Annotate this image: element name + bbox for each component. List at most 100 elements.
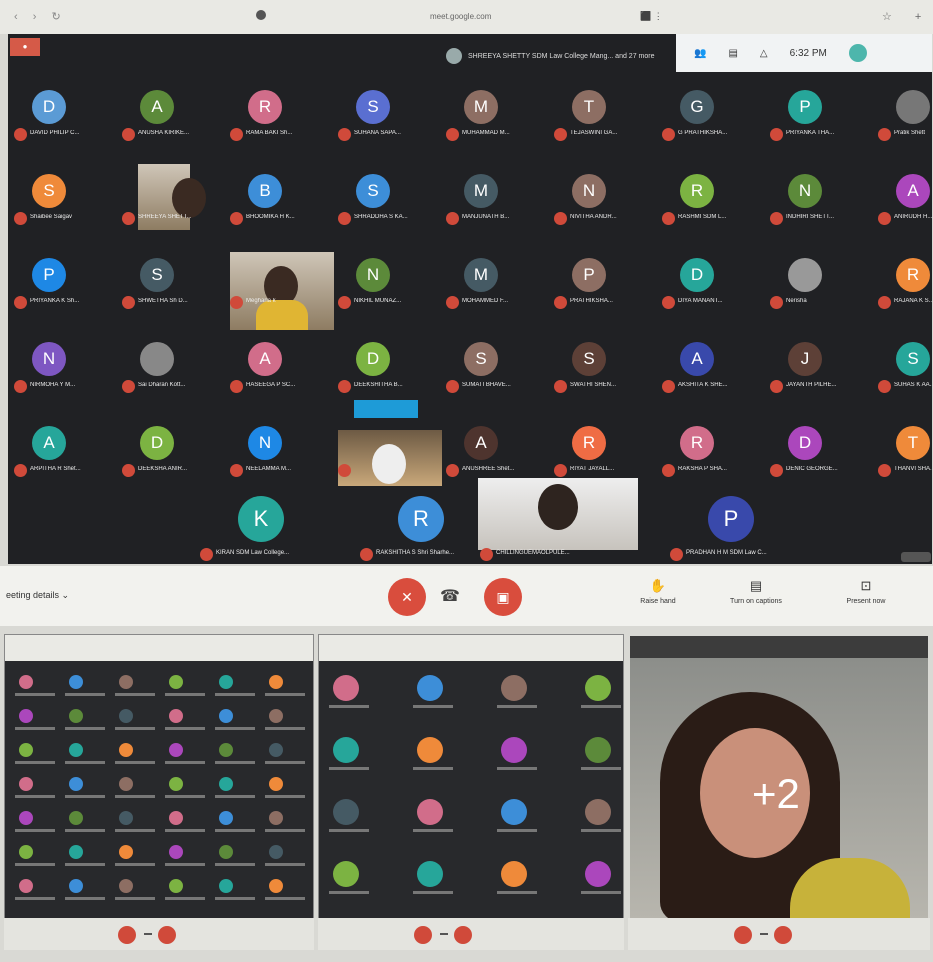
participant-tile[interactable]: S SHRADDHA S KA...: [336, 168, 444, 246]
participant-tile[interactable]: S SUMATI BHAVE...: [444, 336, 552, 414]
mini-participant-name: [265, 693, 305, 696]
mini-participant-avatar: [219, 845, 233, 859]
participant-tile[interactable]: Meghana k: [228, 252, 336, 330]
mini-participant-avatar: [69, 879, 83, 893]
participant-tile[interactable]: R RAMA BAKI Sh...: [228, 84, 336, 162]
participant-tile[interactable]: N NIKHIL MUNAZ...: [336, 252, 444, 330]
raise-hand-button[interactable]: ✋ Raise hand: [618, 578, 698, 605]
mic-muted-icon: [14, 380, 27, 393]
participant-tile[interactable]: R RAKSHA P SHA...: [660, 420, 768, 498]
participant-tile[interactable]: S SUHANA SAPA...: [336, 84, 444, 162]
mini-participant-name: [65, 795, 105, 798]
participant-name: NIVITHA ANDR...: [570, 214, 617, 220]
participant-tile[interactable]: P PRIYANKA THA...: [768, 84, 876, 162]
participant-name: DEEKSHITHA B...: [354, 382, 403, 388]
participant-tile[interactable]: T THANVI SHA...: [876, 420, 932, 498]
mic-muted-icon: [230, 296, 243, 309]
participant-tile[interactable]: A AKSHITA K SHE...: [660, 336, 768, 414]
participant-tile[interactable]: J JAYANTH PILHE...: [768, 336, 876, 414]
participant-tile[interactable]: D DENIC GEORGE...: [768, 420, 876, 498]
participant-tile[interactable]: Sai Dharan Kott...: [120, 336, 228, 414]
participant-avatar: N: [572, 174, 606, 208]
participant-avatar: N: [356, 258, 390, 292]
participant-tile-large[interactable]: K KIRAN SDM Law College...: [198, 496, 348, 564]
participant-tile-large[interactable]: CHILLINGUEMAOLPULE...: [478, 478, 638, 564]
mini-participant-avatar: [119, 777, 133, 791]
participant-tile[interactable]: G G PRATHIKSHA...: [660, 84, 768, 162]
participant-tile[interactable]: D DIYA MANANT...: [660, 252, 768, 330]
self-view-chip[interactable]: [901, 552, 931, 562]
overflow-count: +2: [752, 770, 800, 817]
participant-tile[interactable]: SHREEYA SHETT...: [120, 164, 228, 246]
participant-video: [338, 430, 442, 486]
mini-participant-avatar: [585, 861, 611, 887]
mini-participant-name: [497, 891, 537, 894]
participant-avatar: N: [788, 174, 822, 208]
participant-tile[interactable]: S Shaibee Saigav: [12, 168, 120, 246]
extension-icon[interactable]: ⬛ ⋮: [640, 11, 663, 22]
mic-muted-icon: [662, 296, 675, 309]
meeting-details-button[interactable]: eeting details ⌄: [6, 590, 69, 601]
mini-participant-name: [15, 897, 55, 900]
participant-tile[interactable]: D DEEKSHA ANIR...: [120, 420, 228, 498]
nav-buttons[interactable]: ‹ › ↻: [14, 10, 67, 23]
mic-muted-icon: [338, 380, 351, 393]
browser-menu-icon[interactable]: ☆ +: [882, 10, 931, 23]
participant-tile[interactable]: N NIRMOHA Y M...: [12, 336, 120, 414]
activities-icon[interactable]: △: [760, 48, 768, 59]
mini-participant-avatar: [69, 709, 83, 723]
participant-tile[interactable]: P PRIYANKA K Sh...: [12, 252, 120, 330]
participant-tile[interactable]: N NIVITHA ANDR...: [552, 168, 660, 246]
participant-avatar: [788, 258, 822, 292]
mic-muted-icon: [554, 212, 567, 225]
participant-tile[interactable]: A ANIRUDH H...: [876, 168, 932, 246]
url-bar[interactable]: meet.google.com: [430, 12, 491, 21]
mic-off-button[interactable]: ✕: [388, 578, 426, 616]
participant-tile[interactable]: S SHWETHA Sh D...: [120, 252, 228, 330]
participant-tile[interactable]: D DAVID PHILIP C...: [12, 84, 120, 162]
participant-tile[interactable]: Nerisha: [768, 252, 876, 330]
captions-button[interactable]: ▤ Turn on captions: [716, 578, 796, 605]
participant-tile[interactable]: S SWATHI SHEN...: [552, 336, 660, 414]
mini-participant-name: [15, 863, 55, 866]
user-avatar[interactable]: [848, 44, 867, 62]
people-icon[interactable]: 👥: [694, 48, 706, 59]
mini-participant-avatar: [269, 777, 283, 791]
participant-tile[interactable]: Pratik Shett: [876, 84, 932, 162]
present-button[interactable]: ⊡ Present now: [826, 578, 906, 605]
chat-icon[interactable]: ▤: [728, 48, 737, 59]
mini-participant-name: [15, 727, 55, 730]
participant-tile[interactable]: M MANJUNATH B...: [444, 168, 552, 246]
mic-muted-icon: [446, 464, 459, 477]
mic-muted-icon: [122, 380, 135, 393]
participant-tile[interactable]: M MUHAMMAD M...: [444, 84, 552, 162]
mic-muted-icon: [14, 128, 27, 141]
hangup-icon[interactable]: ☎: [440, 586, 460, 606]
participant-tile[interactable]: A ARPITHA R Shet...: [12, 420, 120, 498]
participant-avatar: M: [464, 174, 498, 208]
participant-tile[interactable]: P PRATHIKSHA...: [552, 252, 660, 330]
participant-tile[interactable]: A HASEEGA P SC...: [228, 336, 336, 414]
participant-tile[interactable]: B BHOOMIKA H K...: [228, 168, 336, 246]
participant-tile[interactable]: T TEJASWINI GA...: [552, 84, 660, 162]
participant-name: RAKSHITHA S Shri Sharhe...: [376, 550, 455, 556]
participant-name: PRATHIKSHA...: [570, 298, 613, 304]
participant-tile[interactable]: [336, 420, 444, 498]
camera-off-button[interactable]: ▣: [484, 578, 522, 616]
participant-tile[interactable]: N NEELAMMA M...: [228, 420, 336, 498]
participant-tile[interactable]: M MOHAMMED F...: [444, 252, 552, 330]
participant-name: RASHMI SDM L...: [678, 214, 727, 220]
participant-tile[interactable]: N INDHIRI SHETT...: [768, 168, 876, 246]
mic-muted-icon: [122, 128, 135, 141]
participant-tile[interactable]: A ANUSHA KIRIKE...: [120, 84, 228, 162]
mini-participant-name: [413, 767, 453, 770]
mini-participant-avatar: [219, 879, 233, 893]
mini-participant-avatar: [119, 845, 133, 859]
mini-participant-avatar: [219, 709, 233, 723]
participant-tile[interactable]: R RASHMI SDM L...: [660, 168, 768, 246]
mini-participant-name: [215, 897, 255, 900]
participant-tile[interactable]: R RAJANA K S...: [876, 252, 932, 330]
participant-name: RAMA BAKI Sh...: [246, 130, 293, 136]
participant-tile-large[interactable]: P PRADHAN H M SDM Law C...: [668, 496, 818, 564]
participant-tile[interactable]: S SUHAS K AA...: [876, 336, 932, 414]
